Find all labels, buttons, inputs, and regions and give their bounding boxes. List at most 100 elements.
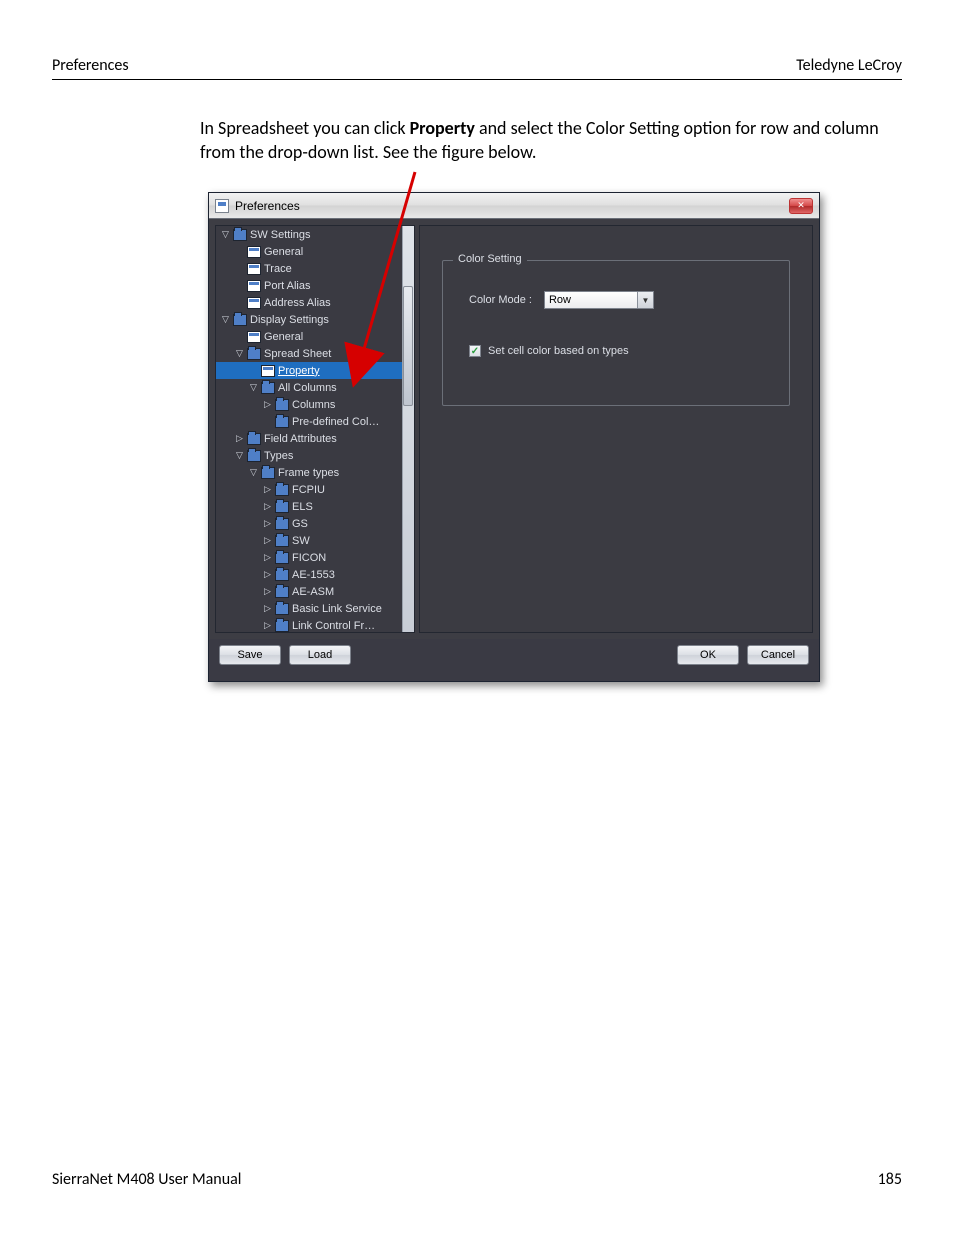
footer-left: SierraNet M408 User Manual: [52, 1170, 241, 1189]
tree-expand-closed-icon[interactable]: ▷: [262, 535, 273, 546]
tree-item[interactable]: Address Alias: [216, 294, 402, 311]
tree-item-label: AE-1553: [292, 569, 335, 581]
body-paragraph: In Spreadsheet you can click Property an…: [200, 116, 902, 165]
tree-expand-open-icon[interactable]: ▽: [248, 382, 259, 393]
tree-expand-closed-icon[interactable]: ▷: [262, 586, 273, 597]
tree-expand-closed-icon[interactable]: ▷: [262, 620, 273, 631]
dialog-client: ▽SW SettingsGeneralTracePort AliasAddres…: [209, 219, 819, 639]
tree-expand-closed-icon[interactable]: ▷: [262, 552, 273, 563]
tree-item[interactable]: ▷Basic Link Service: [216, 600, 402, 617]
preferences-dialog: Preferences ✕ ▽SW SettingsGeneralTracePo…: [208, 192, 820, 682]
color-mode-label: Color Mode :: [469, 294, 532, 306]
folder-icon: [233, 229, 247, 241]
tree-item[interactable]: ▷AE-ASM: [216, 583, 402, 600]
tree-expand-open-icon[interactable]: ▽: [234, 348, 245, 359]
tree-item[interactable]: ▽ Types: [216, 447, 402, 464]
folder-icon: [275, 416, 289, 428]
tree-expand-closed-icon[interactable]: ▷: [262, 518, 273, 529]
tree-expand-none: [248, 365, 259, 376]
tree-item[interactable]: ▽ SW Settings: [216, 226, 402, 243]
tree-item-label: General: [264, 331, 303, 343]
window-icon: [215, 199, 229, 213]
tree-scrollbar[interactable]: [402, 226, 414, 632]
settings-detail-pane: Color Setting Color Mode : Row ▼ ✓ Set c…: [419, 225, 813, 633]
tree-item[interactable]: Property: [216, 362, 402, 379]
tree-item[interactable]: ▷ FCPIU: [216, 481, 402, 498]
tree-expand-none: [234, 246, 245, 257]
dialog-titlebar[interactable]: Preferences ✕: [209, 193, 819, 219]
tree-item[interactable]: ▷ Columns: [216, 396, 402, 413]
tree-item-label: FCPIU: [292, 484, 325, 496]
tree-item-label: Link Control Fr…: [292, 620, 375, 632]
close-button[interactable]: ✕: [789, 198, 813, 214]
folder-icon: [275, 586, 289, 598]
dialog-title: Preferences: [235, 199, 783, 213]
tree-item[interactable]: ▷ FICON: [216, 549, 402, 566]
tree-item-label: Port Alias: [264, 280, 310, 292]
folder-icon: [275, 535, 289, 547]
tree-viewport: ▽SW SettingsGeneralTracePort AliasAddres…: [216, 226, 402, 632]
tree-expand-closed-icon[interactable]: ▷: [262, 569, 273, 580]
folder-icon: [275, 620, 289, 632]
tree-item-label: Columns: [292, 399, 335, 411]
load-button[interactable]: Load: [289, 645, 351, 665]
tree-item[interactable]: General: [216, 243, 402, 260]
left-buttons: Save Load: [219, 645, 351, 665]
tree-item[interactable]: ▽ Frame types: [216, 464, 402, 481]
folder-icon: [247, 433, 261, 445]
cell-color-checkbox[interactable]: ✓: [469, 345, 481, 357]
tree-expand-none: [234, 280, 245, 291]
tree-item-label: Spread Sheet: [264, 348, 331, 360]
color-mode-value: Row: [549, 294, 571, 306]
footer-right: 185: [878, 1170, 902, 1189]
cancel-button[interactable]: Cancel: [747, 645, 809, 665]
tree-item[interactable]: ▷ AE-1553: [216, 566, 402, 583]
body-text-bold: Property: [410, 117, 475, 139]
sheet-icon: [247, 263, 261, 275]
tree-item[interactable]: ▷ Link Control Fr…: [216, 617, 402, 632]
cell-color-checkbox-row: ✓ Set cell color based on types: [469, 345, 629, 357]
tree-item[interactable]: Trace: [216, 260, 402, 277]
tree-expand-open-icon[interactable]: ▽: [220, 314, 231, 325]
tree-item[interactable]: Port Alias: [216, 277, 402, 294]
save-button[interactable]: Save: [219, 645, 281, 665]
color-mode-select[interactable]: Row ▼: [544, 291, 654, 309]
tree-item[interactable]: ▷Field Attributes: [216, 430, 402, 447]
tree-item-label: Frame types: [278, 467, 339, 479]
tree-item[interactable]: ▽ Spread Sheet: [216, 345, 402, 362]
tree-item[interactable]: General: [216, 328, 402, 345]
tree-expand-open-icon[interactable]: ▽: [234, 450, 245, 461]
sheet-icon: [247, 280, 261, 292]
right-buttons: OK Cancel: [677, 645, 809, 665]
folder-icon: [261, 382, 275, 394]
tree-expand-closed-icon[interactable]: ▷: [262, 603, 273, 614]
tree-item[interactable]: ▷SW: [216, 532, 402, 549]
tree-item-label: Types: [264, 450, 293, 462]
tree-item[interactable]: ▽All Columns: [216, 379, 402, 396]
folder-icon: [275, 518, 289, 530]
tree-item[interactable]: ▷ELS: [216, 498, 402, 515]
tree-item[interactable]: ▷GS: [216, 515, 402, 532]
tree-expand-closed-icon[interactable]: ▷: [262, 501, 273, 512]
page-header: Preferences Teledyne LeCroy: [52, 56, 902, 80]
tree-expand-closed-icon[interactable]: ▷: [262, 399, 273, 410]
tree-item-label: SW Settings: [250, 229, 311, 241]
tree-expand-closed-icon[interactable]: ▷: [262, 484, 273, 495]
tree-expand-closed-icon[interactable]: ▷: [234, 433, 245, 444]
ok-button[interactable]: OK: [677, 645, 739, 665]
tree-item[interactable]: ▽Display Settings: [216, 311, 402, 328]
tree-expand-none: [234, 331, 245, 342]
header-left: Preferences: [52, 56, 129, 75]
folder-icon: [233, 314, 247, 326]
folder-icon: [247, 348, 261, 360]
sheet-icon: [247, 246, 261, 258]
tree-expand-open-icon[interactable]: ▽: [220, 229, 231, 240]
tree-expand-open-icon[interactable]: ▽: [248, 467, 259, 478]
folder-icon: [275, 603, 289, 615]
tree-item[interactable]: Pre-defined Col…: [216, 413, 402, 430]
color-mode-row: Color Mode : Row ▼: [469, 291, 654, 309]
tree-item-label: FICON: [292, 552, 326, 564]
tree-item-label: Pre-defined Col…: [292, 416, 379, 428]
tree-scroll-thumb[interactable]: [403, 286, 413, 406]
folder-icon: [275, 569, 289, 581]
